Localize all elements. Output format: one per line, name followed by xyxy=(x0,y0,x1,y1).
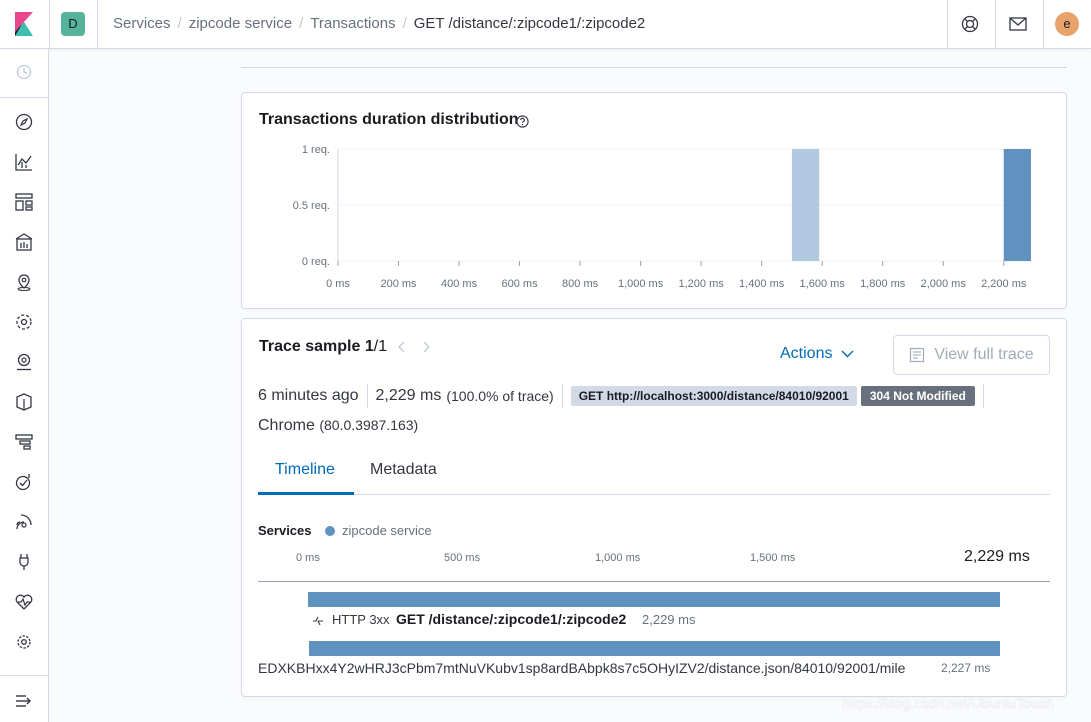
timeline-tick: 0 ms xyxy=(296,552,320,564)
timeline-tick: 1,000 ms xyxy=(595,552,641,564)
trace-summary-row: 6 minutes ago 2,229 ms (100.0% of trace)… xyxy=(258,384,992,408)
stack-monitoring-icon[interactable] xyxy=(13,591,35,613)
mail-icon[interactable] xyxy=(1006,12,1030,36)
trace-title-total: /1 xyxy=(373,338,388,355)
nav-divider xyxy=(0,97,48,98)
summary-separator xyxy=(366,384,368,408)
browser-version: (80.0.3987.163) xyxy=(319,417,419,433)
question-circle-icon[interactable] xyxy=(516,115,529,128)
summary-separator xyxy=(982,384,984,408)
services-legend-label: Services xyxy=(258,523,312,538)
infrastructure-icon[interactable] xyxy=(13,351,35,373)
dev-tools-icon[interactable] xyxy=(13,551,35,573)
breadcrumb-current: GET /distance/:zipcode1/:zipcode2 xyxy=(413,15,646,32)
section-divider xyxy=(241,67,1067,68)
span-bar[interactable] xyxy=(308,592,1000,607)
machine-learning-icon[interactable] xyxy=(13,311,35,333)
view-full-trace-button[interactable]: View full trace xyxy=(893,335,1050,375)
span-duration: 2,227 ms xyxy=(941,661,991,675)
timeline-tick: 500 ms xyxy=(444,552,481,564)
chevron-down-icon xyxy=(841,350,854,358)
user-avatar[interactable]: e xyxy=(1055,12,1079,36)
span-name[interactable]: GET /distance/:zipcode1/:zipcode2 xyxy=(396,611,626,627)
logs-icon[interactable] xyxy=(13,391,35,413)
header-divider xyxy=(97,0,98,48)
chevron-left-icon[interactable] xyxy=(396,340,408,359)
tabs-divider xyxy=(258,494,1050,495)
trace-title-prefix: Trace sample xyxy=(259,338,365,355)
span-duration: 2,229 ms xyxy=(642,612,696,627)
header-divider xyxy=(995,0,996,48)
apm-icon[interactable] xyxy=(13,431,35,453)
uptime-icon[interactable] xyxy=(13,471,35,493)
maps-icon[interactable] xyxy=(13,271,35,293)
span-name[interactable]: EDXKBHxx4Y2wHRJ3cPbm7mtNuVKubv1sp8ardBAb… xyxy=(258,660,905,676)
nav-divider xyxy=(0,675,48,676)
summary-separator xyxy=(561,384,563,408)
trace-title-index: 1 xyxy=(364,338,374,355)
trace-duration-percent: (100.0% of trace) xyxy=(446,388,554,404)
document-icon xyxy=(910,347,925,363)
trace-sample-title: Trace sample 1/1 xyxy=(259,338,387,356)
url-badge: GET http://localhost:3000/distance/84010… xyxy=(570,386,857,406)
trace-time-ago: 6 minutes ago xyxy=(258,387,359,404)
tab-metadata[interactable]: Metadata xyxy=(370,461,437,479)
breadcrumb-service[interactable]: zipcode service xyxy=(189,15,292,32)
top-header: D Services / zipcode service / Transactions /… xyxy=(0,0,1091,49)
dashboard-icon[interactable] xyxy=(13,191,35,213)
siem-icon[interactable] xyxy=(13,511,35,533)
management-gear-icon[interactable] xyxy=(13,631,35,653)
browser-name: Chrome xyxy=(258,417,315,434)
status-badge: 304 Not Modified xyxy=(860,386,975,406)
service-legend-name: zipcode service xyxy=(342,523,432,538)
header-divider xyxy=(947,0,948,48)
breadcrumb-transactions[interactable]: Transactions xyxy=(310,15,395,32)
visualize-chart-icon[interactable] xyxy=(13,151,35,173)
span-bar[interactable] xyxy=(309,641,1000,656)
breadcrumb: Services / zipcode service / Transactions / GE… xyxy=(113,15,646,32)
timeline-total: 2,229 ms xyxy=(964,548,1030,565)
kibana-logo-icon[interactable] xyxy=(12,12,36,36)
space-avatar[interactable]: D xyxy=(61,12,85,36)
trace-duration: 2,229 ms xyxy=(375,387,442,404)
browser-info: Chrome (80.0.3987.163) xyxy=(258,417,418,435)
view-full-trace-label: View full trace xyxy=(934,346,1034,363)
service-color-dot xyxy=(325,526,335,536)
canvas-icon[interactable] xyxy=(13,231,35,253)
side-nav xyxy=(0,49,49,722)
http-span-icon xyxy=(312,614,324,632)
tab-timeline[interactable]: Timeline xyxy=(275,461,335,479)
header-divider xyxy=(1043,0,1044,48)
timeline-tick: 1,500 ms xyxy=(750,552,796,564)
help-lifebuoy-icon[interactable] xyxy=(958,12,982,36)
actions-label: Actions xyxy=(780,345,833,362)
span-type: HTTP 3xx xyxy=(332,612,390,627)
collapse-menu-icon[interactable] xyxy=(13,690,35,712)
recently-viewed-clock-icon[interactable] xyxy=(13,61,35,83)
distribution-title: Transactions duration distribution xyxy=(259,111,519,128)
timeline-axis xyxy=(258,581,1050,582)
breadcrumb-services[interactable]: Services xyxy=(113,15,171,32)
chevron-right-icon[interactable] xyxy=(420,340,432,359)
active-tab-indicator xyxy=(258,492,354,495)
header-divider xyxy=(49,0,50,48)
watermark-text: https://blog.csdn.net/UbuntuTouch xyxy=(842,695,1054,711)
discover-compass-icon[interactable] xyxy=(13,111,35,133)
actions-button[interactable]: Actions xyxy=(780,345,854,363)
